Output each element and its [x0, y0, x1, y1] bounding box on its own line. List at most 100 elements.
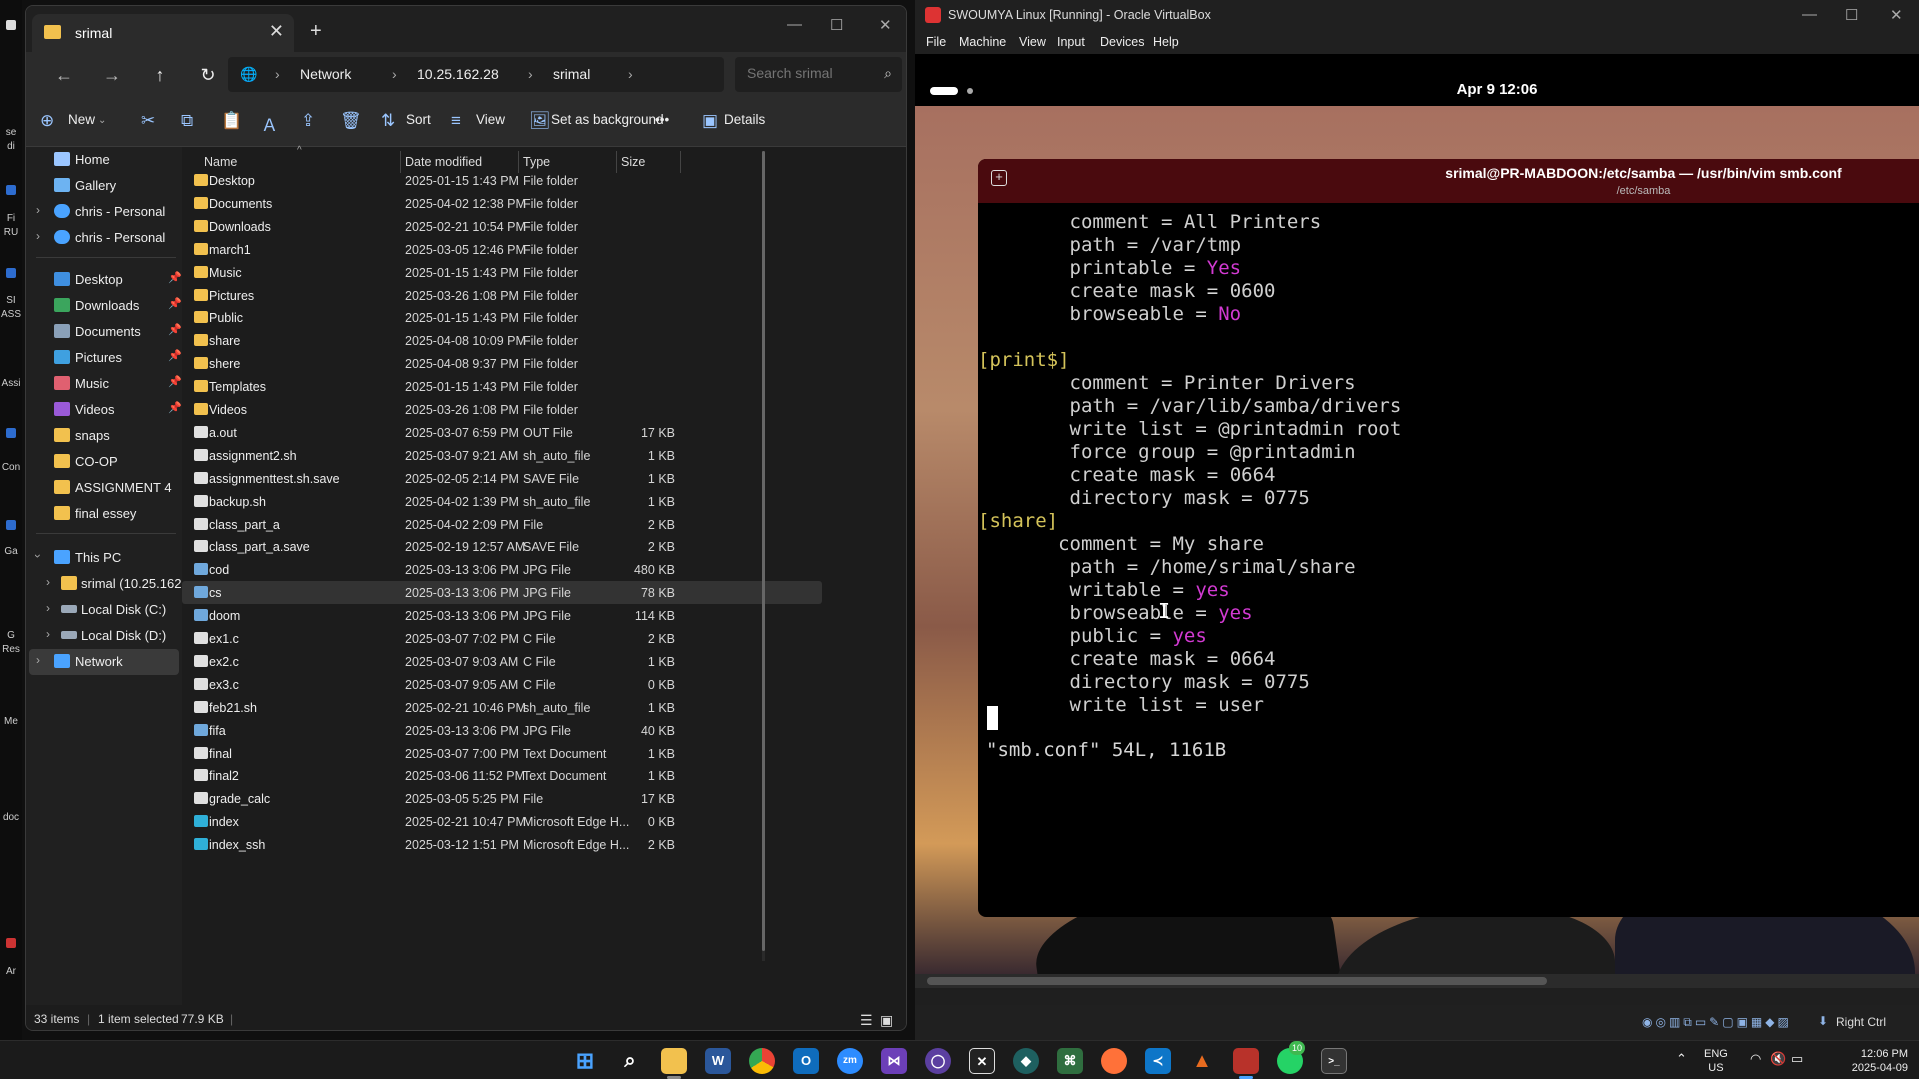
- chevron-down-icon[interactable]: ›: [31, 554, 45, 558]
- table-row[interactable]: grade_calc 2025-03-05 5:25 PM File 17 KB: [182, 787, 822, 810]
- sidebar-item-co-op[interactable]: CO-OP: [26, 449, 182, 475]
- scrollbar-thumb[interactable]: [927, 977, 1547, 985]
- volume-muted-icon[interactable]: 🔇: [1770, 1052, 1786, 1066]
- file-explorer-icon[interactable]: [661, 1048, 687, 1074]
- language-indicator[interactable]: ENG US: [1704, 1047, 1728, 1075]
- vscode-icon[interactable]: ≺: [1145, 1048, 1171, 1074]
- chevron-right-icon[interactable]: ›: [36, 203, 40, 217]
- table-row[interactable]: share 2025-04-08 10:09 PM File folder: [182, 329, 822, 352]
- copy-icon[interactable]: ⧉: [181, 111, 193, 131]
- sidebar-item-home[interactable]: Home: [26, 147, 182, 173]
- sidebar-item-videos[interactable]: Videos 📌: [26, 397, 182, 423]
- sidebar-item-music[interactable]: Music 📌: [26, 371, 182, 397]
- sidebar-item-gallery[interactable]: Gallery: [26, 173, 182, 199]
- sidebar-item-snaps[interactable]: snaps: [26, 423, 182, 449]
- menu-file[interactable]: File: [926, 35, 946, 49]
- horizontal-scrollbar[interactable]: [915, 974, 1919, 988]
- battery-icon[interactable]: ▭: [1791, 1052, 1803, 1066]
- sidebar-item-pictures[interactable]: Pictures 📌: [26, 345, 182, 371]
- table-row[interactable]: feb21.sh 2025-02-21 10:46 PM sh_auto_file 1…: [182, 696, 822, 719]
- desktop-icon[interactable]: [6, 185, 16, 195]
- desktop-icon[interactable]: [6, 520, 16, 530]
- close-window-icon[interactable]: ✕: [879, 16, 892, 34]
- close-window-icon[interactable]: ✕: [1890, 6, 1903, 24]
- table-row[interactable]: Pictures 2025-03-26 1:08 PM File folder: [182, 284, 822, 307]
- scrollbar-thumb[interactable]: [762, 151, 765, 951]
- forward-arrow-icon[interactable]: →: [98, 62, 126, 88]
- table-row[interactable]: Music 2025-01-15 1:43 PM File folder: [182, 261, 822, 284]
- maximize-icon[interactable]: ☐: [1845, 6, 1858, 24]
- search-icon[interactable]: ⌕: [617, 1048, 643, 1074]
- word-icon[interactable]: W: [705, 1048, 731, 1074]
- up-arrow-icon[interactable]: ↑: [146, 62, 174, 88]
- table-row[interactable]: shere 2025-04-08 9:37 PM File folder: [182, 352, 822, 375]
- search-input[interactable]: [747, 65, 867, 81]
- desktop-icon[interactable]: [6, 20, 16, 30]
- pin-icon[interactable]: 📌: [168, 323, 182, 336]
- sidebar-item-onedrive-1[interactable]: › chris - Personal: [26, 199, 182, 225]
- breadcrumb-network[interactable]: Network: [300, 66, 351, 82]
- table-row[interactable]: backup.sh 2025-04-02 1:39 PM sh_auto_file 1…: [182, 490, 822, 513]
- share-icon[interactable]: ⇪: [301, 111, 315, 131]
- table-row[interactable]: ex1.c 2025-03-07 7:02 PM C File 2 KB: [182, 627, 822, 650]
- chevron-right-icon[interactable]: ›: [36, 229, 40, 243]
- back-arrow-icon[interactable]: ←: [50, 62, 78, 88]
- table-row[interactable]: assignment2.sh 2025-03-07 9:21 AM sh_auto_…: [182, 444, 822, 467]
- menu-machine[interactable]: Machine: [959, 35, 1006, 49]
- sidebar-item-desktop[interactable]: Desktop 📌: [26, 267, 182, 293]
- virtualbox-icon[interactable]: [1233, 1048, 1259, 1074]
- desktop-icon[interactable]: [6, 428, 16, 438]
- column-header-date[interactable]: Date modified: [405, 155, 482, 169]
- paste-icon[interactable]: 📋: [221, 111, 242, 131]
- table-row[interactable]: Downloads 2025-02-21 10:54 PM File folder: [182, 215, 822, 238]
- breadcrumb-srimal[interactable]: srimal: [553, 66, 590, 82]
- firefox-icon[interactable]: [1101, 1048, 1127, 1074]
- zoom-icon[interactable]: zm: [837, 1048, 863, 1074]
- table-row[interactable]: doom 2025-03-13 3:06 PM JPG File 114 KB: [182, 604, 822, 627]
- table-row[interactable]: ex3.c 2025-03-07 9:05 AM C File 0 KB: [182, 673, 822, 696]
- column-header-name[interactable]: Name: [204, 155, 237, 169]
- app-icon[interactable]: ◆: [1013, 1048, 1039, 1074]
- table-row[interactable]: Public 2025-01-15 1:43 PM File folder: [182, 306, 822, 329]
- github-desktop-icon[interactable]: ◯: [925, 1048, 951, 1074]
- table-row[interactable]: Templates 2025-01-15 1:43 PM File folder: [182, 375, 822, 398]
- table-row[interactable]: class_part_a.save 2025-02-19 12:57 AM SAVE…: [182, 535, 822, 558]
- details-view-icon[interactable]: ☰: [860, 1012, 873, 1029]
- minimize-icon[interactable]: —: [787, 16, 802, 33]
- table-row[interactable]: index 2025-02-21 10:47 PM Microsoft Edge H…: [182, 810, 822, 833]
- refresh-icon[interactable]: ↻: [194, 62, 222, 88]
- rename-icon[interactable]: Ａ: [261, 111, 278, 136]
- chrome-icon[interactable]: [749, 1048, 775, 1074]
- details-button[interactable]: Details: [724, 112, 765, 127]
- desktop-icon[interactable]: [6, 268, 16, 278]
- delete-icon[interactable]: 🗑: [340, 111, 362, 131]
- terminal-icon[interactable]: >_: [1321, 1048, 1347, 1074]
- new-button[interactable]: New: [68, 112, 95, 127]
- menu-view[interactable]: View: [1019, 35, 1046, 49]
- table-row[interactable]: final2 2025-03-06 11:52 PM Text Document 1 …: [182, 764, 822, 787]
- breadcrumb-ip[interactable]: 10.25.162.28: [417, 66, 499, 82]
- guest-display[interactable]: Apr 9 12:06 + srimal@PR-MABDOON:/etc/sam…: [915, 54, 1919, 974]
- menu-input[interactable]: Input: [1057, 35, 1085, 49]
- table-row[interactable]: cod 2025-03-13 3:06 PM JPG File 480 KB: [182, 558, 822, 581]
- column-header-size[interactable]: Size: [621, 155, 645, 169]
- guest-clock[interactable]: Apr 9 12:06: [915, 81, 1919, 98]
- pin-icon[interactable]: 📌: [168, 297, 182, 310]
- view-button[interactable]: View: [476, 112, 505, 127]
- sidebar-item-onedrive-2[interactable]: › chris - Personal: [26, 225, 182, 251]
- pin-icon[interactable]: 📌: [168, 271, 182, 284]
- sidebar-item-local-disk-d[interactable]: › Local Disk (D:): [26, 623, 182, 649]
- sidebar-item-this-pc[interactable]: › This PC: [26, 545, 182, 571]
- more-options-button[interactable]: •••: [655, 112, 669, 127]
- sidebar-item-downloads[interactable]: Downloads 📌: [26, 293, 182, 319]
- table-row[interactable]: class_part_a 2025-04-02 2:09 PM File 2 KB: [182, 513, 822, 536]
- table-row[interactable]: Documents 2025-04-02 12:38 PM File folder: [182, 192, 822, 215]
- sidebar-item-assignment-4[interactable]: ASSIGNMENT 4: [26, 475, 182, 501]
- pin-icon[interactable]: 📌: [168, 349, 182, 362]
- table-row[interactable]: Desktop 2025-01-15 1:43 PM File folder: [182, 169, 822, 192]
- minimize-icon[interactable]: —: [1802, 6, 1817, 23]
- table-row[interactable]: cs 2025-03-13 3:06 PM JPG File 78 KB: [182, 581, 822, 605]
- clock[interactable]: 12:06 PM 2025-04-09: [1834, 1047, 1908, 1075]
- chevron-right-icon[interactable]: ›: [46, 601, 50, 615]
- search-icon[interactable]: ⌕: [884, 65, 892, 82]
